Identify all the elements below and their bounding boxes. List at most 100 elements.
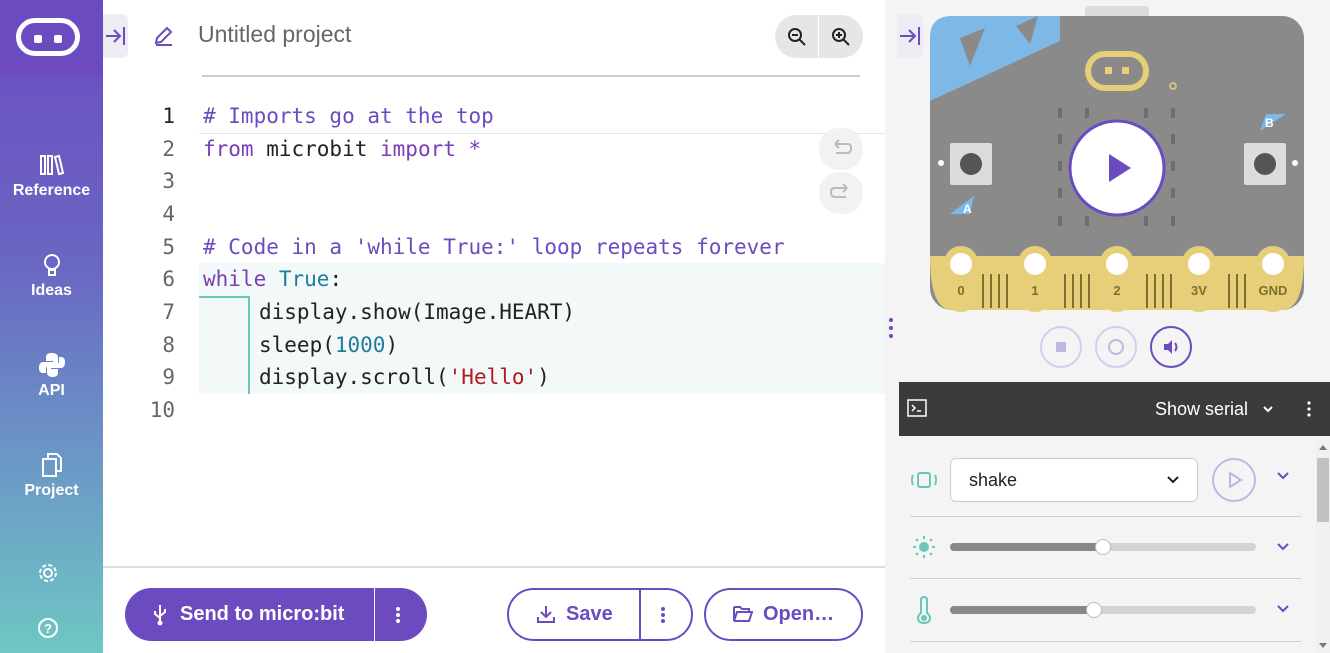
light-icon xyxy=(913,536,935,558)
pin-label: 3V xyxy=(1191,283,1207,298)
svg-text:?: ? xyxy=(44,621,52,636)
chevron-down-icon xyxy=(1167,476,1179,484)
scroll-up-icon[interactable] xyxy=(1318,443,1328,451)
keyword: import xyxy=(380,137,456,161)
module-name: microbit xyxy=(253,137,381,161)
download-icon xyxy=(537,606,555,623)
code-line: display.show(Image.HEART) xyxy=(259,300,576,324)
line-number: 3 xyxy=(162,169,175,193)
pin-label: 2 xyxy=(1113,283,1120,298)
call: display.scroll( xyxy=(259,365,449,389)
indent-guide-top xyxy=(199,296,249,298)
thermometer-icon xyxy=(916,596,932,624)
row-divider xyxy=(910,578,1301,579)
drag-handle-icon[interactable] xyxy=(886,316,896,340)
sidebar-item-label: Reference xyxy=(12,182,91,199)
keyword: from xyxy=(203,137,254,161)
line-number: 2 xyxy=(162,137,175,161)
undo-icon xyxy=(834,139,853,154)
collapse-right-icon xyxy=(900,27,920,45)
header-divider xyxy=(202,75,860,77)
sidebar-item-label: API xyxy=(38,382,65,399)
zoom-out-icon[interactable] xyxy=(786,26,808,48)
zoom-in-icon[interactable] xyxy=(830,26,852,48)
expand-chevron-icon[interactable] xyxy=(1276,604,1290,614)
simulator-play-button[interactable] xyxy=(1070,121,1164,215)
temperature-slider-fill xyxy=(950,606,1094,614)
play-icon xyxy=(1229,471,1243,489)
line-number: 10 xyxy=(149,398,175,422)
help-icon[interactable]: ? xyxy=(37,617,59,639)
sidebar-item-label: Project xyxy=(24,482,79,499)
more-options-icon[interactable] xyxy=(390,604,406,626)
save-separator xyxy=(639,588,641,641)
zoom-separator xyxy=(818,15,819,58)
code-line: from microbit import * xyxy=(203,137,481,161)
project-name[interactable]: Untitled project xyxy=(198,21,351,48)
mute-button[interactable] xyxy=(1150,326,1192,368)
sidebar-item-api[interactable]: API xyxy=(0,352,103,400)
redo-button[interactable] xyxy=(819,172,863,214)
open-button-label: Open… xyxy=(763,603,835,625)
collapse-simulator-button[interactable] xyxy=(897,14,923,58)
active-line-rule xyxy=(199,133,885,134)
gesture-value: shake xyxy=(969,470,1018,490)
sidebar-item-ideas[interactable]: Ideas xyxy=(0,252,103,300)
scroll-down-icon[interactable] xyxy=(1318,642,1328,650)
reset-button[interactable] xyxy=(1095,326,1137,368)
code-line: # Code in a 'while True:' loop repeats f… xyxy=(203,235,785,259)
collapse-left-icon xyxy=(106,27,125,45)
indent-guide xyxy=(248,296,250,394)
call: sleep( xyxy=(259,333,335,357)
light-slider-fill xyxy=(950,543,1103,551)
chevron-down-icon[interactable] xyxy=(1262,404,1274,414)
python-icon xyxy=(38,353,65,377)
line-number: 6 xyxy=(162,267,175,291)
reset-icon xyxy=(1108,339,1124,355)
speaker-icon xyxy=(1164,340,1178,354)
stop-button[interactable] xyxy=(1040,326,1082,368)
sidebar-item-label: Ideas xyxy=(31,282,72,299)
code-line: display.scroll('Hello') xyxy=(259,365,550,389)
pin-label: GND xyxy=(1259,283,1288,298)
button-b-label: B xyxy=(1265,116,1274,130)
accelerometer-icon xyxy=(911,472,937,488)
send-gesture-button[interactable] xyxy=(1212,458,1256,502)
sidebar-item-reference[interactable]: Reference xyxy=(0,152,103,200)
string: 'Hello' xyxy=(448,365,538,389)
undo-button[interactable] xyxy=(819,128,863,170)
lightbulb-icon xyxy=(43,254,60,276)
serial-menu-icon[interactable] xyxy=(1303,400,1315,418)
send-button-label: Send to micro:bit xyxy=(180,603,345,625)
scrollbar-thumb[interactable] xyxy=(1317,458,1329,522)
save-more-icon[interactable] xyxy=(655,604,671,626)
line-number: 7 xyxy=(162,300,175,324)
expand-chevron-icon[interactable] xyxy=(1276,542,1290,552)
line-number: 9 xyxy=(162,365,175,389)
light-slider-thumb[interactable] xyxy=(1095,539,1111,555)
usb-icon xyxy=(154,605,166,626)
code-line: # Imports go at the top xyxy=(203,104,494,128)
stop-icon xyxy=(1056,342,1066,352)
line-number: 4 xyxy=(162,202,175,226)
pin-label: 0 xyxy=(957,283,964,298)
keyword: while xyxy=(203,267,267,291)
books-icon xyxy=(39,154,64,176)
redo-icon xyxy=(829,183,848,198)
save-button-label: Save xyxy=(566,603,613,625)
edit-name-icon[interactable] xyxy=(152,24,176,48)
row-divider xyxy=(910,641,1301,642)
terminal-icon xyxy=(907,399,927,417)
collapse-sidebar-button[interactable] xyxy=(103,14,128,58)
temperature-slider-thumb[interactable] xyxy=(1086,602,1102,618)
gear-icon[interactable] xyxy=(37,562,59,584)
constant: True xyxy=(266,267,330,291)
code-line: while True: xyxy=(203,267,342,291)
punctuation: ) xyxy=(385,333,399,357)
files-icon xyxy=(41,453,62,477)
show-serial-label[interactable]: Show serial xyxy=(1155,399,1248,420)
sidebar xyxy=(0,0,103,653)
sidebar-item-project[interactable]: Project xyxy=(0,452,103,500)
expand-chevron-icon[interactable] xyxy=(1276,471,1290,481)
microbit-logo xyxy=(16,18,80,56)
